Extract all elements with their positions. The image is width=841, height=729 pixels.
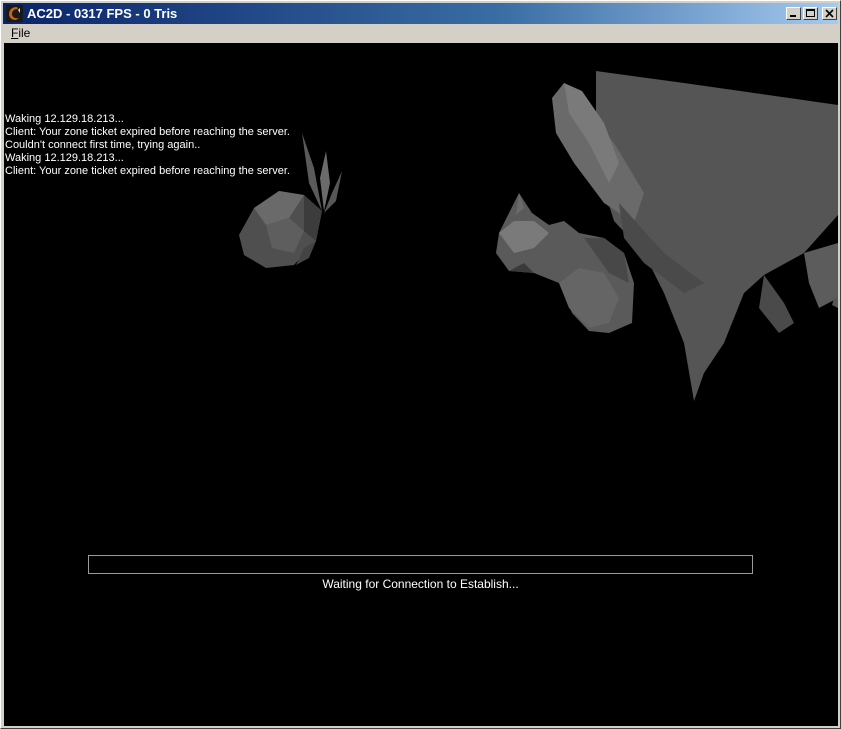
console-line: Waking 12.129.18.213... bbox=[5, 152, 124, 164]
menu-file-label: ile bbox=[18, 26, 31, 40]
minimize-icon bbox=[790, 15, 796, 17]
console-line: Client: Your zone ticket expired before … bbox=[5, 126, 290, 138]
close-icon bbox=[825, 9, 834, 18]
maximize-button[interactable] bbox=[803, 7, 818, 20]
console-line: Couldn't connect first time, trying agai… bbox=[5, 139, 201, 151]
minimize-button[interactable] bbox=[786, 7, 801, 20]
console-line: Client: Your zone ticket expired before … bbox=[5, 165, 290, 177]
connection-status-text: Waiting for Connection to Establish... bbox=[322, 577, 519, 591]
render-viewport[interactable]: Waking 12.129.18.213... Client: Your zon… bbox=[4, 43, 838, 726]
app-window: AC2D - 0317 FPS - 0 Tris File Waking 12.… bbox=[0, 0, 841, 729]
menu-bar: File bbox=[3, 24, 838, 42]
title-bar[interactable]: AC2D - 0317 FPS - 0 Tris bbox=[3, 3, 838, 24]
app-icon[interactable] bbox=[6, 5, 23, 22]
menu-file[interactable]: File bbox=[11, 25, 30, 41]
maximize-icon bbox=[806, 9, 815, 17]
window-title: AC2D - 0317 FPS - 0 Tris bbox=[27, 6, 178, 21]
creature-right-model bbox=[496, 71, 838, 401]
console-line: Waking 12.129.18.213... bbox=[5, 113, 124, 125]
close-button[interactable] bbox=[822, 7, 837, 20]
connection-progress-bar bbox=[88, 555, 753, 574]
console-log: Waking 12.129.18.213... Client: Your zon… bbox=[5, 113, 290, 178]
